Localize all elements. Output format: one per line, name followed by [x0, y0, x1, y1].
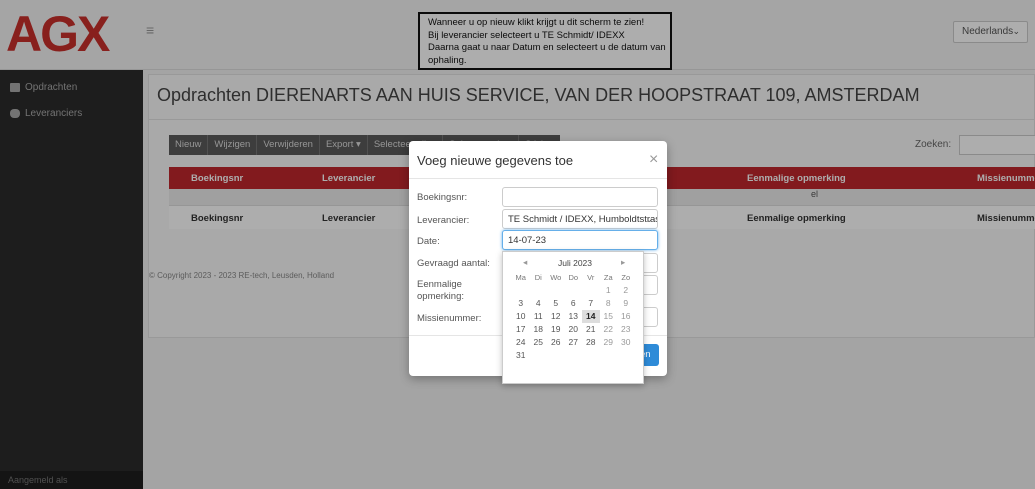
- leverancier-value: TE Schmidt / IDEXX, Humboldtstrass: [508, 214, 658, 225]
- date-input[interactable]: 14-07-23: [502, 230, 658, 250]
- datepicker-month[interactable]: Juli 2023: [543, 258, 607, 268]
- weekday-header: Do: [568, 273, 579, 282]
- calendar-day[interactable]: 19: [547, 323, 565, 336]
- weekday-header: Za: [603, 273, 613, 282]
- calendar-empty: [530, 349, 548, 362]
- prev-month-icon[interactable]: ◂: [523, 257, 527, 268]
- weekday-header: Wo: [550, 273, 562, 282]
- next-month-icon[interactable]: ▸: [621, 257, 625, 268]
- leverancier-label: Leverancier:: [417, 215, 470, 226]
- weekday-header: Vr: [587, 273, 595, 282]
- boekingsnr-label: Boekingsnr:: [417, 192, 468, 203]
- opmerking-label-line: opmerking:: [417, 291, 464, 302]
- opmerking-label-line: Eenmalige: [417, 279, 462, 290]
- missienummer-label: Missienummer:: [417, 313, 482, 324]
- calendar-day[interactable]: 17: [512, 323, 530, 336]
- calendar-day[interactable]: 29: [600, 336, 618, 349]
- calendar-day[interactable]: 5: [547, 297, 565, 310]
- calendar-day[interactable]: 18: [530, 323, 548, 336]
- weekday-header: Ma: [515, 273, 526, 282]
- calendar-day[interactable]: 8: [600, 297, 618, 310]
- calendar-day[interactable]: 21: [582, 323, 600, 336]
- calendar-day[interactable]: 9: [617, 297, 635, 310]
- calendar-day[interactable]: 22: [600, 323, 618, 336]
- calendar-day[interactable]: 3: [512, 297, 530, 310]
- calendar-day[interactable]: 26: [547, 336, 565, 349]
- calendar-day[interactable]: 28: [582, 336, 600, 349]
- calendar-day[interactable]: 27: [565, 336, 583, 349]
- weekday-header: Zo: [621, 273, 631, 282]
- calendar-empty: [565, 349, 583, 362]
- opmerking-label: Eenmalige opmerking:: [417, 279, 464, 303]
- chevron-down-icon: ⌄: [645, 214, 653, 224]
- calendar-empty: [530, 284, 548, 297]
- calendar-day[interactable]: 10: [512, 310, 530, 323]
- calendar-empty: [512, 284, 530, 297]
- datepicker: ◂ Juli 2023 ▸ Ma Di Wo Do Vr Za Zo 1 2 3 4 5 6 7 8 9 10 1…: [502, 251, 644, 384]
- calendar-day[interactable]: 12: [547, 310, 565, 323]
- calendar-day[interactable]: 1: [600, 284, 618, 297]
- calendar-empty: [565, 284, 583, 297]
- date-label: Date:: [417, 236, 440, 247]
- close-icon[interactable]: ×: [649, 151, 658, 169]
- calendar-day[interactable]: 25: [530, 336, 548, 349]
- calendar-day[interactable]: 7: [582, 297, 600, 310]
- calendar-day[interactable]: 24: [512, 336, 530, 349]
- calendar-day[interactable]: 15: [600, 310, 618, 323]
- calendar-empty: [582, 349, 600, 362]
- datepicker-grid: Ma Di Wo Do Vr Za Zo 1 2 3 4 5 6 7 8 9 10 11 12 13 14 15 16 17 1…: [512, 271, 635, 362]
- aantal-label: Gevraagd aantal:: [417, 258, 490, 269]
- weekday-header: Di: [534, 273, 542, 282]
- calendar-day[interactable]: 23: [617, 323, 635, 336]
- modal-title: Voeg nieuwe gegevens toe: [417, 153, 574, 168]
- calendar-empty: [547, 349, 565, 362]
- calendar-day[interactable]: 20: [565, 323, 583, 336]
- calendar-day[interactable]: 16: [617, 310, 635, 323]
- calendar-day[interactable]: 30: [617, 336, 635, 349]
- calendar-day[interactable]: 31: [512, 349, 530, 362]
- calendar-day[interactable]: 6: [565, 297, 583, 310]
- calendar-empty: [547, 284, 565, 297]
- divider: [409, 178, 667, 179]
- calendar-day[interactable]: 11: [530, 310, 548, 323]
- calendar-day[interactable]: 14: [582, 310, 600, 323]
- calendar-day[interactable]: 13: [565, 310, 583, 323]
- calendar-empty: [600, 349, 618, 362]
- calendar-day[interactable]: 4: [530, 297, 548, 310]
- boekingsnr-input[interactable]: [502, 187, 658, 207]
- calendar-empty: [582, 284, 600, 297]
- leverancier-select[interactable]: TE Schmidt / IDEXX, Humboldtstrass ⌄: [502, 209, 658, 229]
- calendar-empty: [617, 349, 635, 362]
- calendar-day[interactable]: 2: [617, 284, 635, 297]
